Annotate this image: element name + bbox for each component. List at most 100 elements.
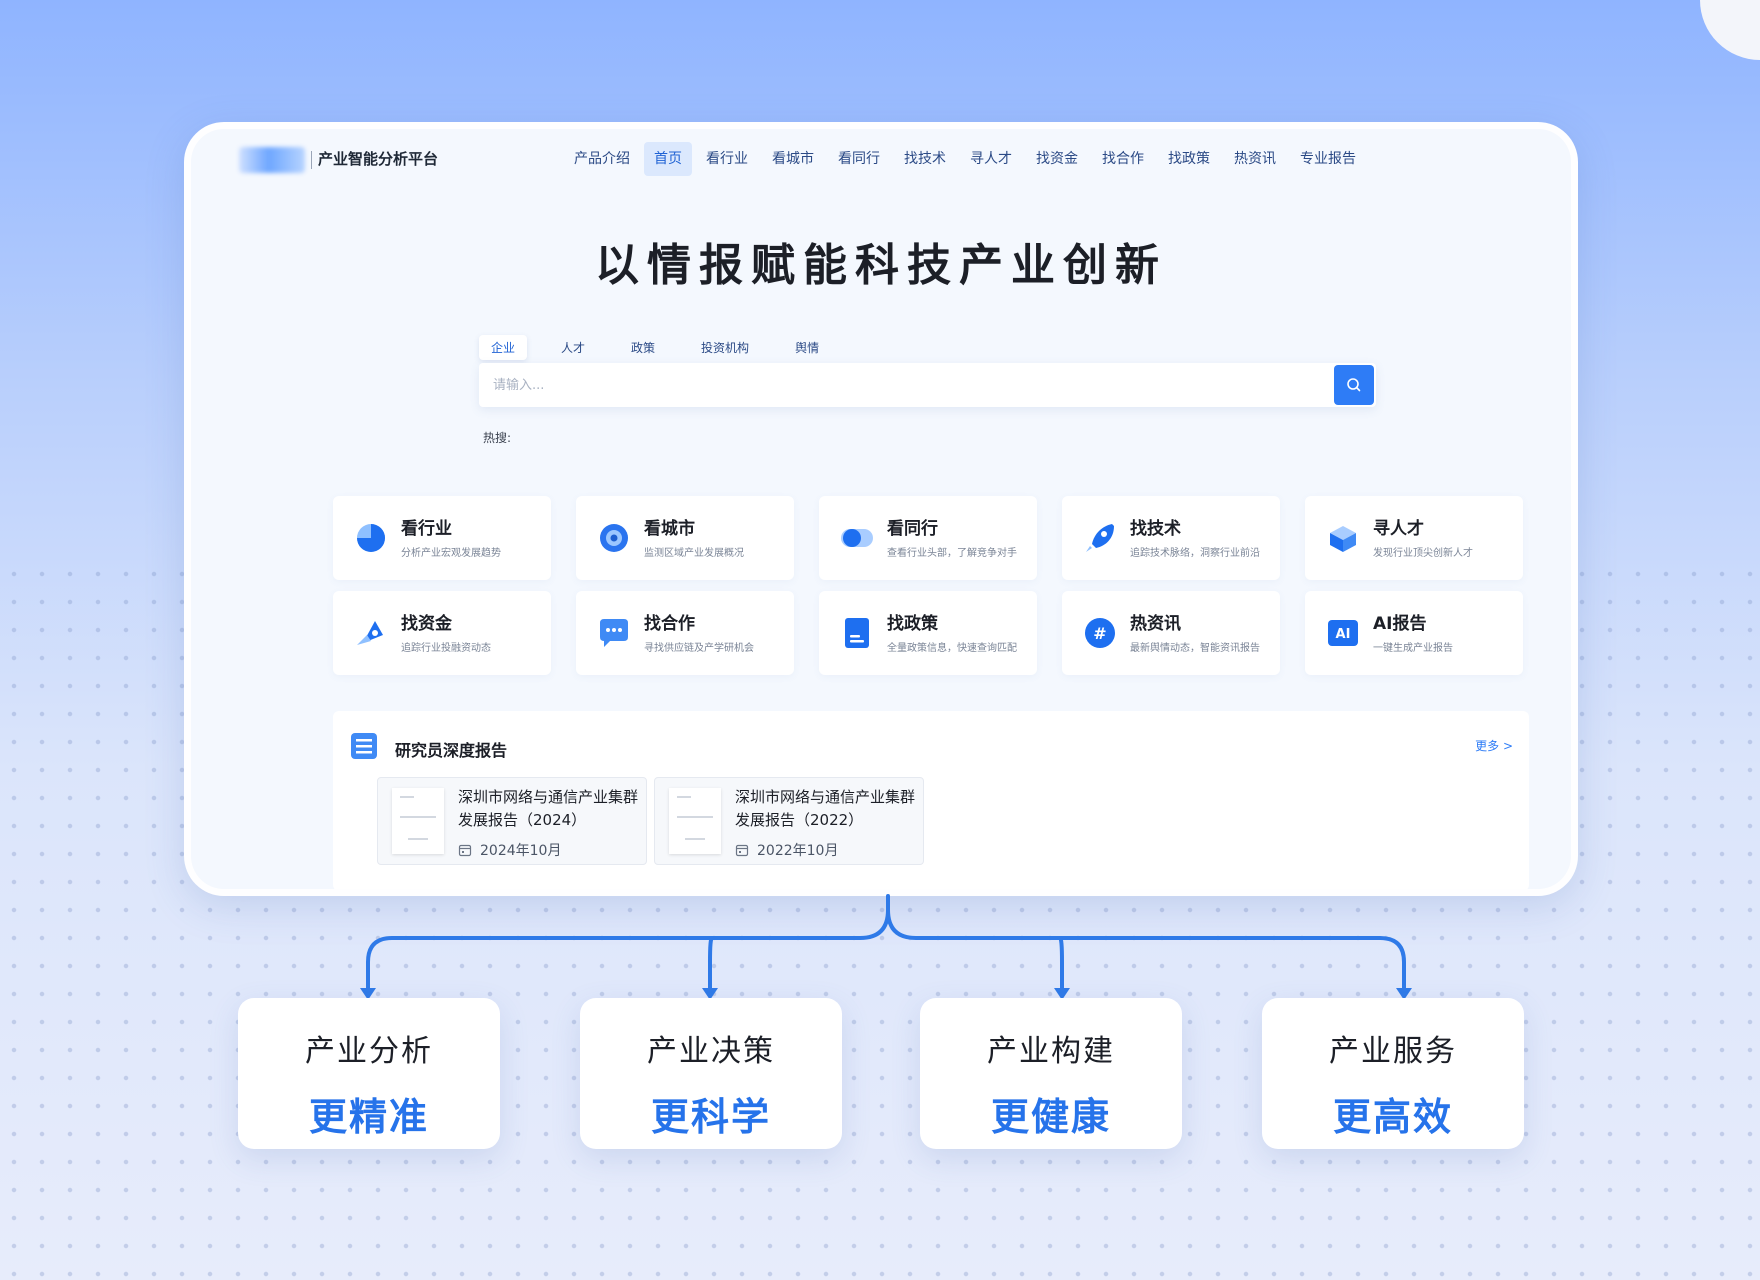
nav-item-reports[interactable]: 专业报告	[1290, 142, 1366, 176]
module-card-cooperation[interactable]: 找合作 寻找供应链及产学研机会	[576, 591, 794, 675]
module-title: 热资讯	[1130, 614, 1181, 634]
nav-item-industry[interactable]: 看行业	[696, 142, 758, 176]
search-tabs: 企业 人才 政策 投资机构 舆情	[479, 335, 853, 360]
report-list-icon	[351, 733, 377, 759]
calendar-icon	[458, 844, 472, 857]
benefit-highlight: 更科学	[650, 1095, 771, 1139]
benefit-highlight: 更精准	[308, 1095, 429, 1139]
nav-item-talent[interactable]: 寻人才	[960, 142, 1022, 176]
module-grid: 看行业 分析产业宏观发展趋势 看城市 监测区域产业发展概况 看同行 查看行业头部…	[333, 496, 1529, 675]
search-tab-investor[interactable]: 投资机构	[689, 335, 761, 360]
module-card-city[interactable]: 看城市 监测区域产业发展概况	[576, 496, 794, 580]
module-title: 找资金	[401, 614, 452, 634]
report-thumbnail	[669, 788, 721, 854]
report-title: 深圳市网络与通信产业集群发展报告（2024）	[458, 788, 639, 829]
benefit-card-construction: 产业构建 更健康	[920, 998, 1182, 1149]
reports-more-link[interactable]: 更多 >	[1475, 737, 1513, 754]
module-desc: 查看行业头部，了解竞争对手	[887, 548, 1017, 559]
researcher-reports-panel: 研究员深度报告 更多 > 深圳市网络与通信产业集群发展报告（2024） 2024…	[333, 711, 1529, 889]
module-card-news[interactable]: # 热资讯 最新舆情动态，智能资讯报告	[1062, 591, 1280, 675]
module-card-policy[interactable]: 找政策 全量政策信息，快速查询匹配	[819, 591, 1037, 675]
module-title: 找技术	[1130, 519, 1181, 539]
page-corner	[1700, 0, 1760, 60]
module-title: 看同行	[887, 519, 938, 539]
connector-tree	[360, 894, 1412, 1000]
module-card-funding[interactable]: 找资金 追踪行业投融资动态	[333, 591, 551, 675]
funding-icon	[357, 621, 383, 645]
module-card-talent[interactable]: 寻人才 发现行业顶尖创新人才	[1305, 496, 1523, 580]
city-target-icon	[600, 524, 628, 552]
module-title: AI报告	[1373, 614, 1427, 634]
search-tab-company[interactable]: 企业	[479, 335, 528, 360]
ai-report-icon: AI	[1328, 620, 1358, 646]
blurred-logo-icon	[239, 147, 305, 173]
benefit-card-decision: 产业决策 更科学	[580, 998, 842, 1149]
module-title: 找合作	[644, 614, 695, 634]
nav-item-home[interactable]: 首页	[644, 142, 692, 176]
module-desc: 最新舆情动态，智能资讯报告	[1130, 643, 1260, 654]
report-title: 深圳市网络与通信产业集群发展报告（2022）	[735, 788, 916, 829]
talent-cube-icon	[1330, 526, 1356, 552]
module-desc: 追踪行业投融资动态	[401, 643, 491, 654]
hero-title: 以情报赋能科技产业创新	[595, 240, 1167, 291]
hashtag-icon: #	[1085, 618, 1115, 648]
nav-item-peers[interactable]: 看同行	[828, 142, 890, 176]
nav-item-product-intro[interactable]: 产品介绍	[564, 142, 640, 176]
peer-toggle-icon	[841, 529, 873, 547]
module-desc: 一键生成产业报告	[1373, 643, 1453, 654]
search-tab-talent[interactable]: 人才	[549, 335, 597, 360]
brand-name: 产业智能分析平台	[318, 150, 439, 168]
calendar-icon	[735, 844, 749, 857]
main-nav: 产品介绍 首页 看行业 看城市 看同行 找技术 寻人才 找资金 找合作 找政策 …	[564, 142, 1370, 176]
nav-item-funding[interactable]: 找资金	[1026, 142, 1088, 176]
nav-item-policy[interactable]: 找政策	[1158, 142, 1220, 176]
module-card-peers[interactable]: 看同行 查看行业头部，了解竞争对手	[819, 496, 1037, 580]
search-input[interactable]	[493, 363, 1293, 407]
search-tab-sentiment[interactable]: 舆情	[783, 335, 831, 360]
svg-text:AI: AI	[1336, 627, 1351, 642]
module-card-industry[interactable]: 看行业 分析产业宏观发展趋势	[333, 496, 551, 580]
module-title: 找政策	[887, 614, 938, 634]
benefit-label: 产业决策	[647, 1034, 775, 1069]
module-desc: 监测区域产业发展概况	[644, 548, 744, 559]
search-button[interactable]	[1334, 365, 1374, 405]
rocket-icon	[1086, 524, 1114, 552]
module-desc: 全量政策信息，快速查询匹配	[887, 643, 1017, 654]
benefit-highlight: 更健康	[990, 1095, 1111, 1139]
benefit-label: 产业分析	[305, 1034, 433, 1069]
module-title: 看行业	[401, 519, 452, 539]
top-navigation-bar: 产业智能分析平台 产品介绍 首页 看行业 看城市 看同行 找技术 寻人才 找资金…	[191, 129, 1571, 189]
svg-text:#: #	[1093, 624, 1106, 643]
nav-item-city[interactable]: 看城市	[762, 142, 824, 176]
benefit-card-service: 产业服务 更高效	[1262, 998, 1524, 1149]
module-card-ai-report[interactable]: AI AI报告 一键生成产业报告	[1305, 591, 1523, 675]
report-thumbnail	[392, 788, 444, 854]
search-tab-policy[interactable]: 政策	[619, 335, 667, 360]
search-icon	[1347, 378, 1361, 392]
benefit-highlight: 更高效	[1332, 1095, 1453, 1139]
module-desc: 追踪技术脉络，洞察行业前沿	[1130, 548, 1260, 559]
nav-item-technology[interactable]: 找技术	[894, 142, 956, 176]
report-date: 2022年10月	[757, 843, 839, 859]
benefit-label: 产业构建	[987, 1034, 1115, 1069]
module-desc: 寻找供应链及产学研机会	[644, 643, 754, 654]
report-date-row: 2024年10月	[458, 840, 561, 860]
module-title: 寻人才	[1373, 519, 1424, 539]
report-card[interactable]: 深圳市网络与通信产业集群发展报告（2022） 2022年10月	[654, 777, 924, 865]
module-card-technology[interactable]: 找技术 追踪技术脉络，洞察行业前沿	[1062, 496, 1280, 580]
platform-screenshot-window: 产业智能分析平台 产品介绍 首页 看行业 看城市 看同行 找技术 寻人才 找资金…	[184, 122, 1578, 896]
benefit-label: 产业服务	[1329, 1034, 1457, 1069]
report-date: 2024年10月	[480, 843, 562, 859]
module-title: 看城市	[644, 519, 695, 539]
module-desc: 分析产业宏观发展趋势	[401, 548, 501, 559]
report-card[interactable]: 深圳市网络与通信产业集群发展报告（2024） 2024年10月	[377, 777, 647, 865]
hot-search-label: 热搜:	[483, 431, 512, 445]
nav-item-cooperation[interactable]: 找合作	[1092, 142, 1154, 176]
module-desc: 发现行业顶尖创新人才	[1373, 548, 1473, 559]
nav-item-news[interactable]: 热资讯	[1224, 142, 1286, 176]
pie-chart-icon	[357, 524, 385, 552]
chat-bubble-icon	[600, 619, 628, 647]
report-date-row: 2022年10月	[735, 840, 838, 860]
reports-title: 研究员深度报告	[395, 741, 508, 760]
logo-divider	[311, 151, 312, 169]
